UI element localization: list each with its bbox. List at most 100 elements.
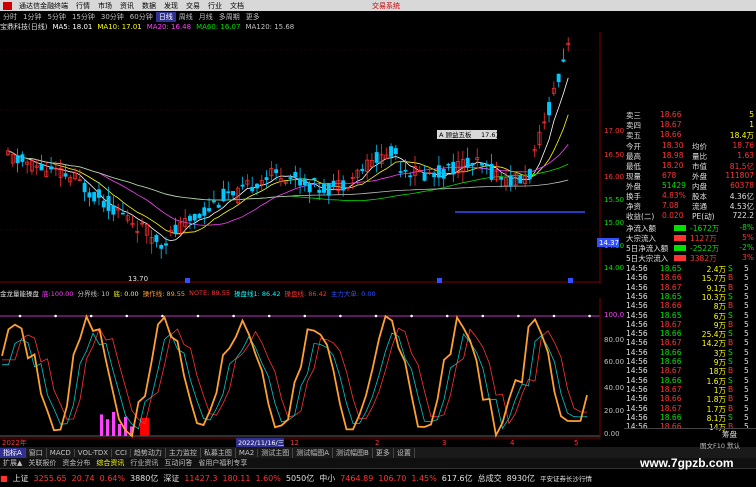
indicator-tick: 100.00 [604,311,624,319]
indicator-tab[interactable]: 测试主图 [258,447,294,458]
trading-system-link[interactable]: 交易系统 [368,1,404,11]
period-tab-monthly[interactable]: 月线 [196,12,216,22]
indicator-chart[interactable]: 100.00 80.00 60.00 40.00 20.00 0.00 2022… [0,298,624,447]
indicator-axis: 100.00 80.00 60.00 40.00 20.00 0.00 [604,311,624,438]
sub-tab[interactable]: 省用户福利专享 [195,458,250,468]
indicator-tab[interactable]: 测试幅图A [293,447,334,458]
indicator-item: 操作线: 89.55 [142,290,186,298]
indicator-tab[interactable]: VOL-TDX [75,448,113,457]
period-tab-1min[interactable]: 1分钟 [20,12,44,22]
tick-time: 14:56 [626,291,648,301]
ask-price: 18.66 [660,110,682,119]
price-tick: 16.00 [604,173,624,181]
menu-item-data[interactable]: 数据 [138,1,160,11]
ask-row[interactable]: 卖四 18.67 1 [624,120,756,130]
stat-value: 111807 [725,171,754,180]
period-tab-weekly[interactable]: 周线 [176,12,196,22]
tick-count: 5 [744,357,749,366]
title-bar: 通达信金融终端 行情 市场 资讯 数据 发现 交易 行业 文档 交易系统 [0,0,756,11]
stat-value: 18.98 [662,151,684,160]
indicator-tab[interactable]: MA2 [236,448,259,457]
stat-value: 60378 [730,181,754,190]
menu-item-quotes[interactable]: 行情 [72,1,94,11]
menu-item-docs[interactable]: 文档 [226,1,248,11]
sub-tab[interactable]: 综合资讯 [93,458,127,468]
period-tab-15min[interactable]: 15分钟 [69,12,98,22]
date-mark: 2 [375,439,379,447]
tick-price: 18.67 [660,338,682,348]
period-tab-30min[interactable]: 30分钟 [98,12,127,22]
chip-tab[interactable]: 筹盘 [722,429,737,440]
index-change: 20.74 [71,473,95,483]
flow-bar [674,225,686,231]
flow-percent: -2% [739,243,754,252]
tick-side: S [728,357,733,366]
period-tab-daily[interactable]: 日线 [155,11,176,22]
stat-value: 1.63 [737,151,754,160]
ma120-label: MA120: 15.68 [245,23,295,31]
menu-item-discover[interactable]: 发现 [160,1,182,11]
index-percent: 1.45% [411,473,437,483]
stat-row: 最高 18.98 量比 1.63 [624,151,756,161]
ma60-label: MA60: 16.07 [196,23,241,31]
indicator-tab[interactable]: 测试幅图B [333,447,373,458]
tick-price: 18.66 [660,412,682,422]
period-tab-multi[interactable]: 多周期 [216,12,243,22]
indicator-tick: 80.00 [604,336,624,344]
tick-time: 14:56 [626,403,648,413]
ask-row[interactable]: 卖三 18.66 5 [624,110,756,120]
stat-row: 收益(二) 0.020 PE(动) 722.2 [624,211,756,221]
stat-value: 7.08 [662,201,679,210]
kline-chart[interactable]: 13.70 A 顾益五板 17.6万 17.00 16.50 16.00 15.… [0,32,624,284]
tick-price: 18.66 [660,301,682,311]
indicator-tab[interactable]: CCI [112,448,131,457]
indicator-tab[interactable]: 更多 [373,447,394,458]
tick-price: 18.65 [660,310,682,320]
sub-tab[interactable]: 扩展▲ [0,458,25,468]
ask-row[interactable]: 卖五 18.66 18.4万 [624,130,756,140]
current-price-value: 14.37 [599,239,619,247]
menu-item-market[interactable]: 市场 [94,1,116,11]
indicator-tab[interactable]: 趋势动力 [131,447,166,458]
ma10-label: MA10: 17.01 [97,23,142,31]
period-tab-intraday[interactable]: 分时 [0,12,20,22]
sub-tab[interactable]: 资金分布 [59,458,93,468]
indicator-tab[interactable]: 私募主图 [201,447,236,458]
date-mark: 4 [510,439,515,447]
period-tab-5min[interactable]: 5分钟 [44,12,68,22]
index-name[interactable]: 深证 [163,473,179,484]
server-name[interactable]: 平安证券长沙行情 [540,473,592,483]
tick-time: 14:56 [626,329,648,339]
tick-time: 14:56 [626,357,648,366]
indicator-tab[interactable]: 设置 [394,447,415,458]
index-name[interactable]: 中小 [319,473,335,484]
flow-row: 5日净流入额 -2522万 -2% [624,243,756,253]
tick-side: B [728,403,734,413]
menu-item-industry[interactable]: 行业 [204,1,226,11]
sub-tab[interactable]: 行业资讯 [127,458,161,468]
indicator-item: 操盘线1: 86.42 [234,290,281,298]
indicator-tab[interactable]: MACD [47,448,75,457]
period-tab-more[interactable]: 更多 [243,12,263,22]
index-amount: 617.6亿 [441,473,473,483]
indicator-tab[interactable]: 指标A [0,447,26,458]
tick-time: 14:56 [626,282,648,292]
sub-tab[interactable]: 关联报价 [25,458,59,468]
indicator-tab[interactable]: 窗口 [26,447,47,458]
index-name[interactable]: 上证 [13,473,29,484]
tick-side: B [728,273,734,283]
tick-side: B [728,301,734,311]
tick-price: 18.65 [660,291,682,301]
indicator-tab[interactable]: 主力监控 [166,447,201,458]
tick-side: S [728,412,733,422]
index-value: 11427.3 [184,473,218,483]
menu-item-news[interactable]: 资讯 [116,1,138,11]
date-mark: 12 [290,439,299,447]
tick-side: B [728,384,734,394]
flow-row: 5日大宗流入 3382万 3% [624,253,756,263]
ask-volume: 18.4万 [729,131,754,140]
menu-item-trade[interactable]: 交易 [182,1,204,11]
period-tab-60min[interactable]: 60分钟 [127,12,156,22]
sub-tab[interactable]: 互动问答 [161,458,195,468]
tick-count: 5 [744,403,749,413]
